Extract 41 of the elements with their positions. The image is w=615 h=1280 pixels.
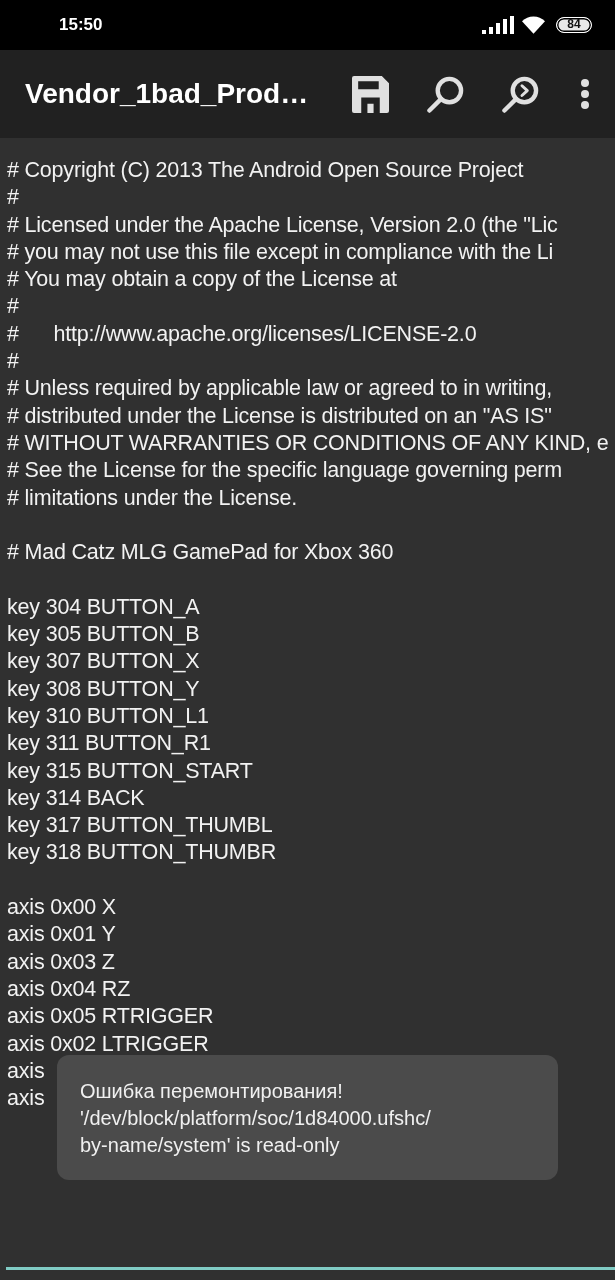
search-next-icon xyxy=(502,75,539,113)
code-line: key 310 BUTTON_L1 xyxy=(7,702,209,730)
code-line: # you may not use this file except in compliance with the Li xyxy=(7,238,554,266)
code-line: # Copyright (C) 2013 The Android Open Source Project xyxy=(7,157,524,184)
code-line: axis 0x03 Z xyxy=(7,948,115,976)
code-line: # Unless required by applicable law or agreed to in writing, xyxy=(7,375,552,403)
signal-icon xyxy=(482,16,514,34)
toast-text: Ошибка перемонтирования! '/dev/block/platform/soc/1d84000.ufshc/ by-name/system' is read-only xyxy=(80,1079,432,1158)
code-line: key 308 BUTTON_Y xyxy=(7,675,200,703)
code-line: key 317 BUTTON_THUMBL xyxy=(7,812,273,840)
code-line: key 311 BUTTON_R1 xyxy=(7,730,211,758)
code-line: axis 0x00 X xyxy=(7,894,116,921)
code-line: axis xyxy=(7,1057,45,1085)
battery-indicator: 84 xyxy=(556,17,592,33)
code-line: axis 0x04 RZ xyxy=(7,975,131,1003)
code-line: key 318 BUTTON_THUMBR xyxy=(7,839,276,867)
code-line: key 307 BUTTON_X xyxy=(7,648,200,676)
code-line: key 304 BUTTON_A xyxy=(7,593,200,621)
code-line: # xyxy=(7,184,19,212)
wifi-icon xyxy=(522,16,545,34)
code-line: axis 0x05 RTRIGGER xyxy=(7,1003,214,1031)
code-line: key 305 BUTTON_B xyxy=(7,621,200,649)
code-line: # You may obtain a copy of the License at xyxy=(7,266,397,294)
code-line: # See the License for the specific language governing perm xyxy=(7,457,562,485)
search-icon xyxy=(427,75,464,113)
status-time: 15:50 xyxy=(59,15,103,35)
code-line: # distributed under the License is distributed on an "AS IS" xyxy=(7,402,552,430)
code-line: # xyxy=(7,293,19,321)
code-line: # Licensed under the Apache License, Version 2.0 (the "Lic xyxy=(7,211,558,239)
more-options-icon xyxy=(581,79,589,109)
code-line: axis 0x01 Y xyxy=(7,921,116,949)
code-line: key 315 BUTTON_START xyxy=(7,757,253,785)
code-line: axis 0x02 LTRIGGER xyxy=(7,1030,209,1058)
code-line: # limitations under the License. xyxy=(7,484,297,512)
code-line: # http://www.apache.org/licenses/LICENSE-2.0 xyxy=(7,320,477,348)
code-line: key 314 BACK xyxy=(7,784,145,812)
code-line: # xyxy=(7,348,19,376)
code-line: # WITHOUT WARRANTIES OR CONDITIONS OF ANY KIND, e xyxy=(7,429,609,457)
file-title: Vendor_1bad_Prod… xyxy=(25,78,309,110)
code-line: # Mad Catz MLG GamePad for Xbox 360 xyxy=(7,539,394,567)
code-line: axis xyxy=(7,1085,45,1113)
